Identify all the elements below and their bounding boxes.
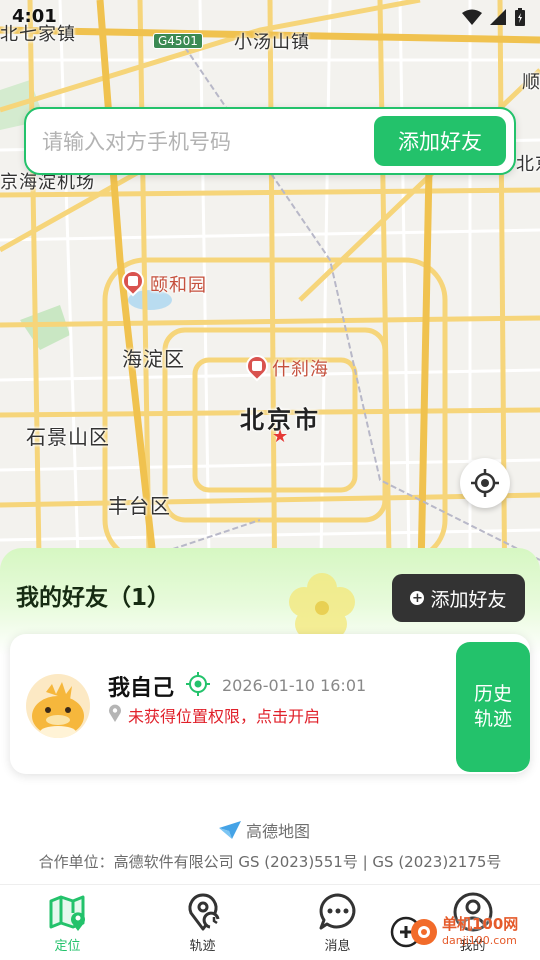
nav-item-locate[interactable]: 定位 [0, 885, 135, 960]
amap-logo-text: 高德地图 [246, 822, 311, 841]
status-bar: 4:01 [0, 0, 540, 36]
watermark-logo-icon [390, 916, 437, 948]
map-label-shun: 顺 [522, 72, 540, 93]
wifi-icon [462, 9, 482, 25]
add-friend-button[interactable]: + 添加好友 [392, 574, 525, 622]
avatar[interactable] [26, 674, 90, 738]
capital-star-icon: ★ [272, 426, 289, 447]
track-icon [188, 893, 219, 931]
map-view[interactable]: 北七家镇 G4501 小汤山镇 顺 京海淀机场 北京首都国际机场 颐和园 海淀区… [0, 0, 540, 620]
nav-label-track: 轨迹 [189, 939, 216, 954]
watermark-sub: danji100.com [442, 934, 517, 947]
status-time: 4:01 [12, 6, 57, 27]
plus-circle-icon: + [410, 590, 425, 606]
location-permission-warning[interactable]: 未获得位置权限，点击开启 [128, 703, 320, 727]
map-roads [0, 0, 540, 620]
signal-icon [490, 9, 506, 25]
map-label-summer-palace[interactable]: 颐和园 [150, 271, 207, 297]
amap-arrow-icon [219, 821, 241, 839]
map-label-capital-airport: 北京首都国际机场 [516, 154, 540, 175]
locate-me-button[interactable] [460, 458, 510, 508]
status-icons [462, 8, 526, 26]
nav-label-locate: 定位 [54, 939, 81, 954]
map-label-shijingshan: 石景山区 [26, 425, 110, 449]
phone-number-input[interactable] [42, 123, 372, 161]
friends-panel-title: 我的好友（1） [16, 585, 171, 611]
add-friend-button-label: 添加好友 [430, 588, 507, 611]
friend-name: 我自己 [108, 676, 175, 701]
nav-item-track[interactable]: 轨迹 [135, 885, 270, 960]
friend-card[interactable]: 我自己 2026-01-10 16:01 未获得位置权限，点击开启 历史 轨迹 [10, 634, 530, 774]
message-icon [319, 893, 355, 930]
map-label-haidian: 海淀区 [122, 347, 185, 371]
bird-avatar-icon [32, 682, 84, 738]
add-friend-search-button[interactable]: 添加好友 [374, 116, 506, 166]
partner-credits: 合作单位：高德软件有限公司 GS (2023)551号 | GS (2023)2… [38, 853, 502, 871]
nav-item-messages[interactable]: 消息 [270, 885, 405, 960]
history-track-label-2: 轨迹 [473, 708, 512, 730]
nav-label-messages: 消息 [324, 939, 351, 954]
map-pin-icon [109, 704, 121, 722]
phone-search-box: 添加好友 [24, 107, 516, 175]
map-location-icon [49, 895, 85, 931]
map-label-fengtai: 丰台区 [108, 494, 171, 518]
site-watermark: 单机100网 danji100.com [390, 912, 518, 948]
map-label-shichahai[interactable]: 什刹海 [272, 355, 329, 381]
location-target-icon [186, 672, 210, 696]
amap-logo: 高德地图 [218, 818, 310, 842]
history-track-label-1: 历史 [473, 683, 512, 706]
crosshair-icon [471, 469, 499, 497]
history-track-button[interactable]: 历史 轨迹 [456, 642, 530, 772]
battery-icon [515, 8, 525, 26]
friend-last-update-time: 2026-01-10 16:01 [222, 676, 367, 695]
watermark-text: 单机100网 [442, 915, 519, 933]
